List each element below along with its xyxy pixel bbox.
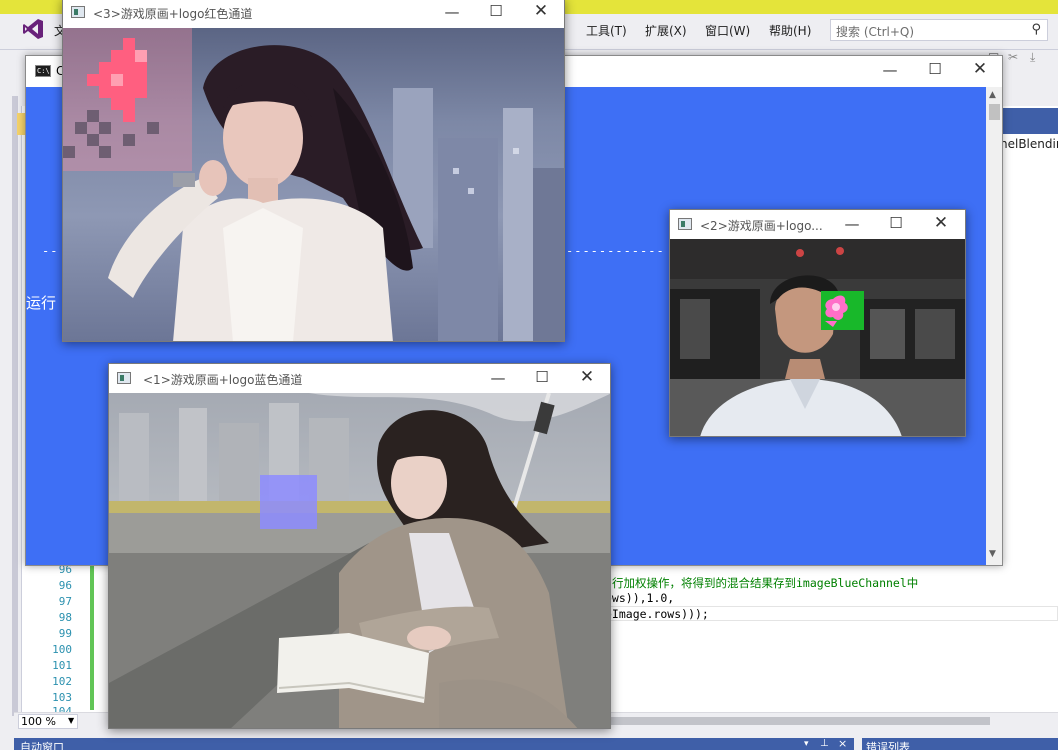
minimize-icon[interactable]: —	[882, 61, 898, 79]
line-number: 96	[58, 579, 72, 592]
panel-pin-icon[interactable]: ⊥	[820, 738, 829, 749]
console-scroll-thumb[interactable]	[989, 104, 1000, 120]
console-dashes: ------------	[566, 244, 665, 258]
line-number: 102	[52, 675, 72, 688]
line-number: 101	[52, 659, 72, 672]
line-number: 100	[52, 643, 72, 656]
console-vertical-scrollbar[interactable]	[986, 87, 1002, 565]
console-app-icon: C:\	[35, 65, 51, 77]
vs-tab-strip	[1000, 108, 1058, 134]
image-green-channel	[670, 239, 965, 436]
window-title: <1>游戏原画+logo蓝色通道	[143, 373, 303, 387]
chevron-down-icon: ▼	[68, 716, 75, 725]
close-icon[interactable]: ✕	[933, 213, 949, 233]
opencv-window-red-channel[interactable]: <3>游戏原画+logo红色通道 — ☐ ✕	[62, 0, 565, 342]
error-list-panel-title[interactable]: 错误列表	[866, 739, 910, 750]
vs-editor-tab[interactable]: nelBlendin	[1000, 137, 1058, 157]
maximize-icon[interactable]: ☐	[534, 368, 550, 386]
autos-panel-titlebar	[14, 738, 854, 750]
minimize-icon[interactable]: —	[444, 3, 460, 21]
green-logo-overlay	[821, 291, 864, 330]
window-title: <3>游戏原画+logo红色通道	[93, 7, 253, 21]
opencv-window-icon	[117, 372, 131, 384]
maximize-icon[interactable]: ☐	[927, 60, 943, 78]
menu-help[interactable]: 帮助(H)	[769, 22, 811, 39]
image-blue-channel	[109, 393, 610, 728]
window-titlebar[interactable]: <3>游戏原画+logo红色通道 — ☐ ✕	[63, 0, 564, 28]
console-line: 运行	[26, 294, 57, 312]
menu-extensions[interactable]: 扩展(X)	[645, 22, 687, 39]
opencv-window-green-logo[interactable]: <2>游戏原画+logo... — ☐ ✕	[669, 209, 966, 437]
minimize-icon[interactable]: —	[490, 369, 506, 387]
minimize-icon[interactable]: —	[844, 215, 860, 233]
vs-search-box[interactable]: 搜索 (Ctrl+Q) ⚲	[830, 19, 1048, 41]
console-dashes: --	[42, 244, 59, 258]
menu-tools[interactable]: 工具(T)	[586, 22, 627, 39]
close-icon[interactable]: ✕	[579, 367, 595, 387]
code-line[interactable]: oImage.rows)));	[605, 607, 709, 621]
close-icon[interactable]: ✕	[972, 59, 988, 79]
changed-lines-marker	[90, 560, 94, 710]
panel-close-icon[interactable]: ×	[838, 737, 847, 750]
vs-left-scroll-strip	[12, 96, 18, 716]
autos-panel-title[interactable]: 自动窗口	[20, 739, 64, 750]
image-red-channel	[63, 28, 564, 341]
opencv-window-blue-channel[interactable]: <1>游戏原画+logo蓝色通道 — ☐ ✕	[108, 363, 611, 729]
vs-left-toolstrip	[0, 106, 22, 750]
search-icon: ⚲	[1031, 22, 1041, 37]
window-title: <2>游戏原画+logo...	[700, 219, 823, 233]
opencv-window-icon	[678, 218, 692, 230]
blue-logo-overlay	[260, 475, 317, 529]
scroll-up-icon[interactable]: ▲	[989, 90, 996, 100]
line-number: 99	[58, 627, 72, 640]
maximize-icon[interactable]: ☐	[888, 214, 904, 232]
code-line[interactable]: ows)),1.0,	[605, 591, 674, 605]
horizontal-scroll-thumb[interactable]	[610, 717, 990, 725]
menu-window[interactable]: 窗口(W)	[705, 22, 750, 39]
toolbar-pin-icon[interactable]: ✂	[1008, 50, 1018, 64]
window-titlebar[interactable]: <2>游戏原画+logo... — ☐ ✕	[670, 210, 965, 239]
window-titlebar[interactable]: <1>游戏原画+logo蓝色通道 — ☐ ✕	[109, 364, 610, 393]
panel-dropdown-icon[interactable]: ▾	[804, 739, 809, 749]
line-number: 97	[58, 595, 72, 608]
code-comment-line[interactable]: 行加权操作，将得到的混合结果存到imageBlueChannel中	[612, 575, 918, 591]
maximize-icon[interactable]: ☐	[488, 2, 504, 20]
opencv-window-icon	[71, 6, 85, 18]
search-placeholder: 搜索 (Ctrl+Q)	[836, 25, 915, 39]
close-icon[interactable]: ✕	[533, 1, 549, 21]
red-logo-overlay	[63, 28, 192, 171]
line-number: 98	[58, 611, 72, 624]
toolbar-more-icon[interactable]: ⤓	[1030, 50, 1035, 65]
scroll-down-icon[interactable]: ▼	[989, 549, 996, 559]
visual-studio-logo-icon	[23, 19, 43, 39]
line-number: 103	[52, 691, 72, 704]
